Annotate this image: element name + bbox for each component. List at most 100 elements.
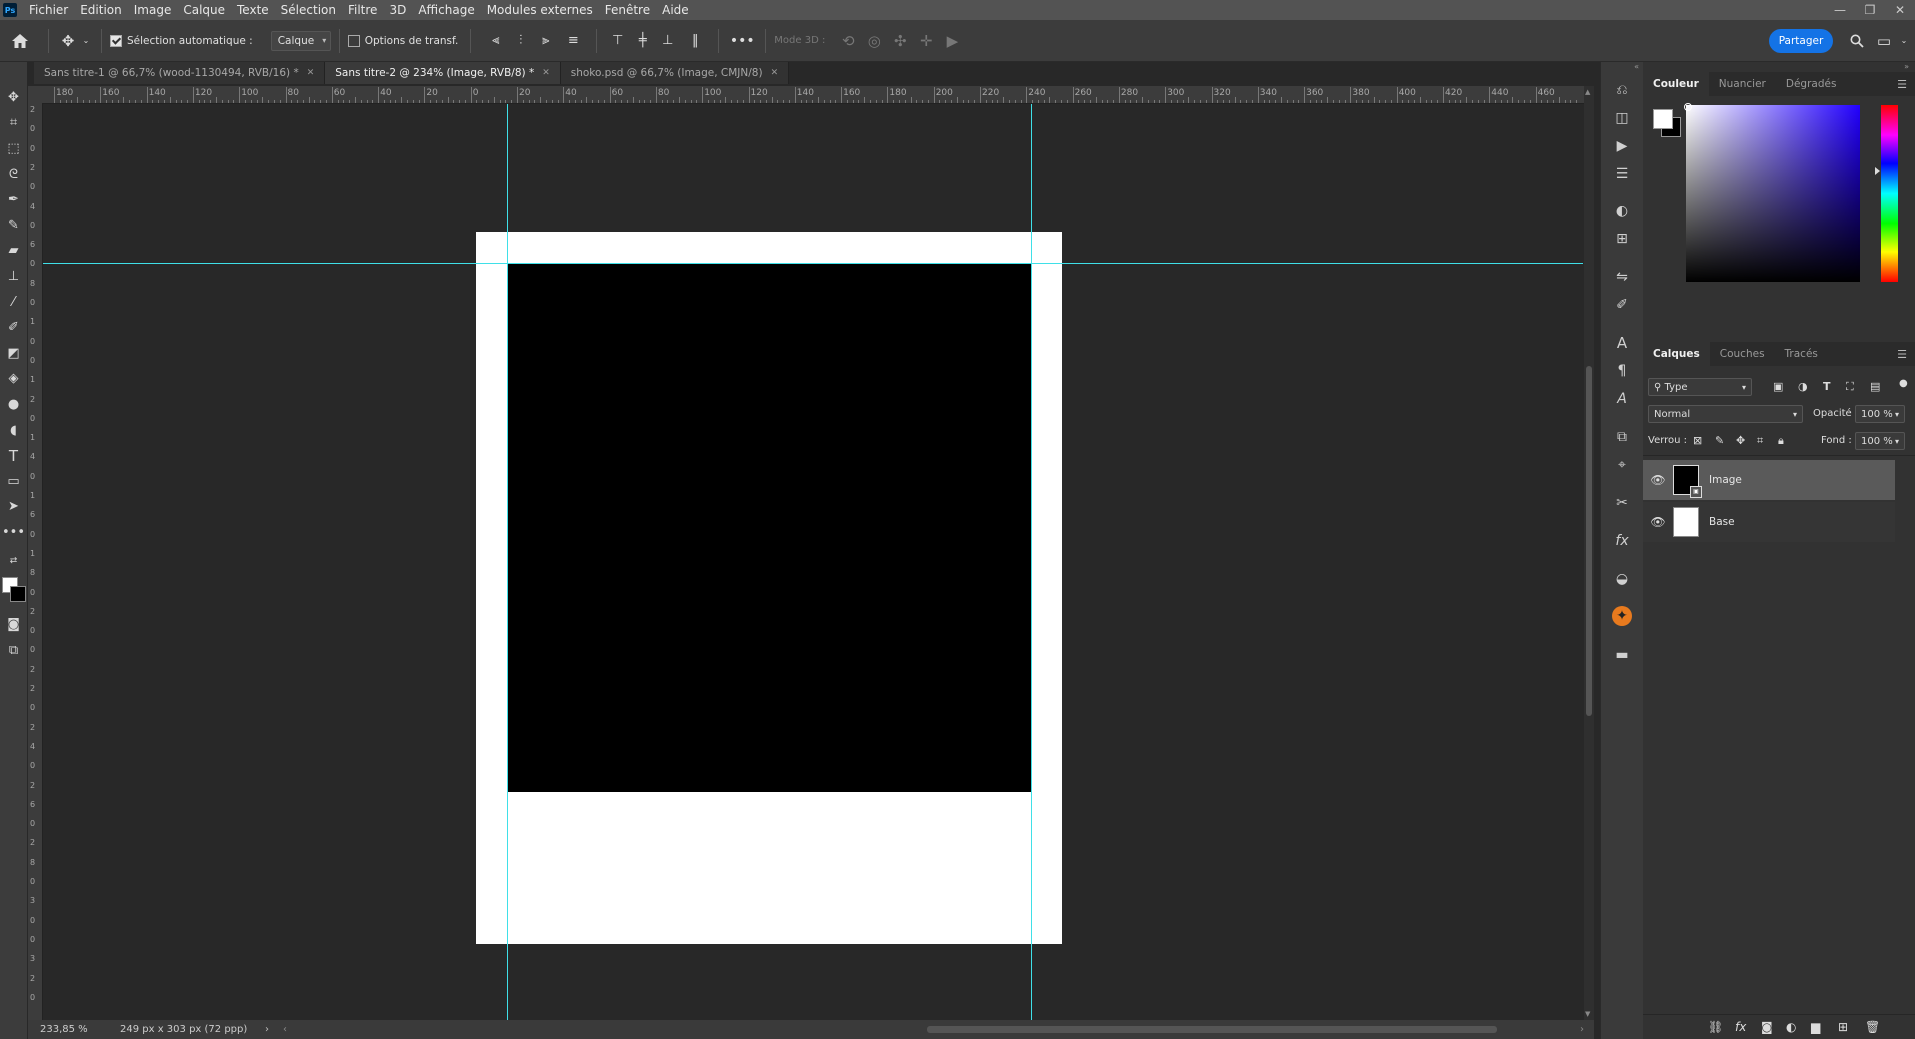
- rectangle-tool-icon[interactable]: ▭: [3, 471, 24, 492]
- eye-icon[interactable]: 👁︎: [1643, 473, 1673, 487]
- panel-menu-icon[interactable]: ☰: [1897, 348, 1907, 361]
- tab-document-1[interactable]: Sans titre-1 @ 66,7% (wood-1130494, RVB/…: [34, 62, 326, 84]
- layer-row-base[interactable]: 👁︎ Base: [1643, 502, 1895, 542]
- menu-item[interactable]: 3D: [383, 0, 412, 20]
- auto-select-checkbox[interactable]: Sélection automatique :: [110, 34, 253, 47]
- link-layers-icon[interactable]: ⛓︎: [1708, 1020, 1723, 1034]
- guide-vertical-left[interactable]: [507, 104, 508, 1020]
- tab-document-3[interactable]: shoko.psd @ 66,7% (Image, CMJN/8) ✕: [560, 62, 790, 84]
- blur-tool-icon[interactable]: ●: [3, 394, 24, 415]
- menu-item[interactable]: Texte: [231, 0, 275, 20]
- restore-icon[interactable]: ❐: [1855, 0, 1885, 20]
- quick-mask-icon[interactable]: ◙: [3, 614, 24, 635]
- timeline-icon[interactable]: ◒: [1611, 568, 1633, 590]
- brush-tool-icon[interactable]: ✐: [3, 317, 24, 338]
- pen-tool-icon[interactable]: ✒: [3, 189, 24, 210]
- menu-item[interactable]: Modules externes: [481, 0, 599, 20]
- paths-icon[interactable]: ⌖: [1611, 454, 1633, 476]
- close-icon[interactable]: ✕: [307, 68, 315, 78]
- eye-icon[interactable]: 👁︎: [1643, 515, 1673, 529]
- swap-colors-icon[interactable]: ⇄: [3, 554, 24, 568]
- collapse-strip-icon[interactable]: «: [1601, 62, 1643, 72]
- tab-nuancier[interactable]: Nuancier: [1709, 72, 1776, 96]
- filter-adjustment-icon[interactable]: ◑: [1798, 380, 1808, 393]
- filter-type-icon[interactable]: T: [1823, 380, 1831, 393]
- hue-slider[interactable]: [1881, 105, 1898, 282]
- blend-mode-dropdown[interactable]: Normal ▾: [1648, 405, 1803, 423]
- menu-item[interactable]: Aide: [656, 0, 695, 20]
- share-button[interactable]: Partager: [1769, 28, 1833, 53]
- vertical-scroll-thumb[interactable]: [1586, 366, 1592, 716]
- document-info[interactable]: 249 px x 303 px (72 ppp): [110, 1024, 265, 1035]
- new-layer-icon[interactable]: ⊞: [1838, 1020, 1848, 1034]
- eyedropper-tool-icon[interactable]: ⁄: [3, 292, 24, 313]
- more-tools-icon[interactable]: •••: [2, 522, 25, 543]
- filter-toggle-icon[interactable]: ●: [1899, 378, 1908, 389]
- menu-item[interactable]: Sélection: [275, 0, 342, 20]
- filter-smart-object-icon[interactable]: ▤: [1870, 380, 1880, 393]
- status-menu-chevron-icon[interactable]: ›: [265, 1024, 283, 1035]
- horizontal-ruler[interactable]: 180 160 140 120 100 80 60 40 20 0 20 40 60 80 100 120 14…: [42, 86, 1592, 104]
- properties-icon[interactable]: ⊞: [1611, 228, 1633, 250]
- lock-all-icon[interactable]: 🔒︎: [1778, 434, 1784, 448]
- photoshop-logo-icon[interactable]: Ps: [3, 3, 17, 17]
- workspace-chevron-icon[interactable]: ⌄: [1897, 36, 1911, 45]
- brushes-icon[interactable]: ✐: [1611, 294, 1633, 316]
- plugin-icon[interactable]: ✦: [1612, 606, 1632, 626]
- actions-play-icon[interactable]: ▶: [1611, 135, 1633, 157]
- menu-item[interactable]: Image: [128, 0, 178, 20]
- lock-transparent-icon[interactable]: ⊠: [1693, 434, 1702, 447]
- background-color-swatch[interactable]: [10, 586, 26, 602]
- tools-options-icon[interactable]: ✂: [1611, 492, 1633, 514]
- move-tool-icon[interactable]: ✥: [3, 87, 24, 108]
- layer-row-image[interactable]: 👁︎ ▣ Image: [1643, 460, 1895, 500]
- lock-artboard-icon[interactable]: ⌗: [1757, 434, 1763, 448]
- add-mask-icon[interactable]: ◙: [1761, 1020, 1773, 1034]
- adjustment-layer-icon[interactable]: ◐: [1786, 1020, 1796, 1034]
- trash-icon[interactable]: 🗑︎: [1865, 1020, 1880, 1034]
- clone-source-icon[interactable]: ⧉: [1611, 426, 1633, 448]
- transform-controls-checkbox[interactable]: Options de transf.: [347, 34, 458, 47]
- scroll-up-icon[interactable]: ▲: [1585, 88, 1590, 96]
- layer-filter-dropdown[interactable]: ⚲ Type ▾: [1648, 378, 1752, 396]
- foreground-color-swatch[interactable]: [1653, 109, 1673, 129]
- opacity-field[interactable]: 100 % ▾: [1855, 405, 1905, 423]
- pan-3d-icon[interactable]: ✣: [887, 32, 913, 50]
- filter-pixel-icon[interactable]: ▣: [1773, 380, 1783, 393]
- scroll-left-icon[interactable]: ‹: [283, 1024, 297, 1035]
- fx-icon[interactable]: fx: [1611, 530, 1633, 552]
- crop-tool-icon[interactable]: ⌗: [3, 112, 24, 133]
- paragraph-icon[interactable]: ¶: [1611, 360, 1633, 382]
- brush-settings-icon[interactable]: ⇋: [1611, 266, 1633, 288]
- tool-preset-chevron-icon[interactable]: ⌄: [79, 36, 93, 45]
- eraser-tool-icon[interactable]: ◩: [3, 343, 24, 364]
- align-middle-v-icon[interactable]: ╪: [630, 33, 655, 48]
- menu-item[interactable]: Filtre: [342, 0, 383, 20]
- horizontal-scrollbar[interactable]: [297, 1020, 1580, 1039]
- dodge-tool-icon[interactable]: ◖: [3, 420, 24, 441]
- collapse-panels-icon[interactable]: »: [1904, 62, 1909, 71]
- stamp-tool-icon[interactable]: ⊥: [3, 266, 24, 287]
- roll-3d-icon[interactable]: ◎: [861, 32, 887, 50]
- menu-item[interactable]: Calque: [177, 0, 231, 20]
- vertical-scrollbar[interactable]: ▲ ▼: [1584, 86, 1594, 1020]
- healing-brush-icon[interactable]: ▰: [3, 240, 24, 261]
- distribute-icon[interactable]: ≡: [558, 33, 588, 48]
- screen-mode-icon[interactable]: ⧉: [3, 640, 24, 661]
- lock-position-icon[interactable]: ✥: [1736, 434, 1745, 447]
- styles-icon[interactable]: ◐: [1611, 200, 1633, 222]
- distribute-v-icon[interactable]: ‖: [680, 33, 710, 48]
- align-bottom-icon[interactable]: ⊥: [655, 33, 680, 48]
- menu-item[interactable]: Fenêtre: [599, 0, 656, 20]
- ruler-origin[interactable]: [28, 86, 42, 103]
- menu-item[interactable]: Affichage: [412, 0, 480, 20]
- guide-horizontal-top[interactable]: [43, 263, 1583, 264]
- tab-couleur[interactable]: Couleur: [1643, 72, 1709, 96]
- paint-bucket-icon[interactable]: ◈: [3, 368, 24, 389]
- path-select-tool-icon[interactable]: ➤: [3, 496, 24, 517]
- tab-degrades[interactable]: Dégradés: [1776, 72, 1847, 96]
- adjustments-icon[interactable]: ☰: [1611, 163, 1633, 185]
- panel-menu-icon[interactable]: ☰: [1897, 78, 1907, 91]
- lock-pixels-icon[interactable]: ✎: [1715, 434, 1724, 447]
- scale-3d-icon[interactable]: ▶: [939, 32, 965, 50]
